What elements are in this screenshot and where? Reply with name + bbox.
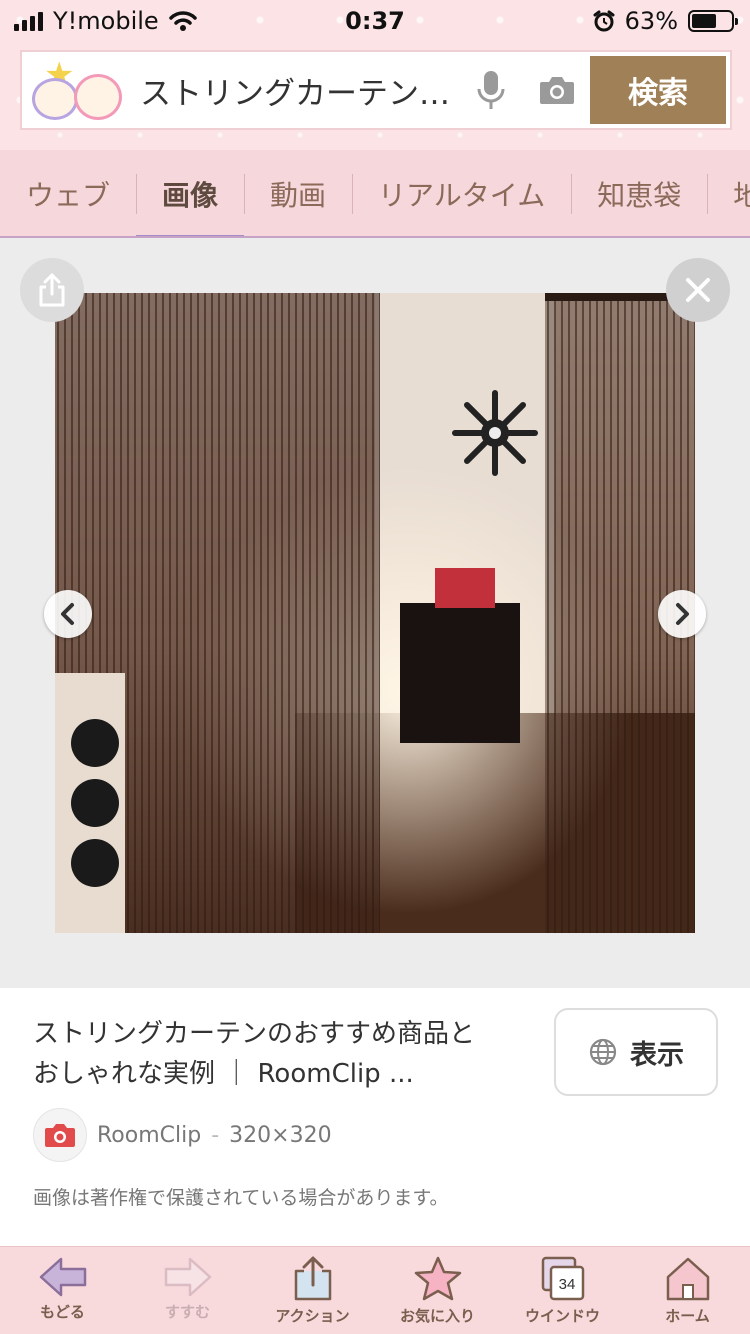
- globe-icon: [589, 1038, 617, 1066]
- home-icon: [666, 1257, 709, 1301]
- battery-level: [692, 14, 716, 28]
- source-info: RoomClip - 320×320: [33, 1108, 332, 1162]
- share-action-icon: [294, 1256, 331, 1301]
- chevron-right-icon: [676, 603, 689, 625]
- chevron-left-icon: [61, 603, 74, 625]
- source-separator: -: [211, 1122, 220, 1148]
- favorites-label: お気に入り: [399, 1307, 475, 1325]
- battery-percent: 63%: [624, 7, 678, 35]
- search-tabs: ウェブ 画像 動画 リアルタイム 知恵袋 地図: [0, 150, 750, 238]
- forward-label: すすむ: [164, 1303, 210, 1321]
- alarm-icon: [593, 10, 615, 32]
- window-count: 34: [558, 1276, 575, 1293]
- forward-button[interactable]: すすむ: [125, 1247, 250, 1334]
- bottom-toolbar: もどる すすむ アクション お気に入り 34 ウインドウ ホーム: [0, 1246, 750, 1334]
- roomclip-icon: [33, 1108, 87, 1162]
- tab-video[interactable]: 動画: [244, 150, 352, 236]
- search-input[interactable]: ストリングカーテン…: [130, 68, 458, 113]
- result-info: ストリングカーテンのおすすめ商品と おしゃれな実例 ｜ RoomClip ...…: [0, 988, 750, 1246]
- next-image-button[interactable]: [658, 590, 706, 638]
- back-button[interactable]: もどる: [0, 1247, 125, 1334]
- tab-web[interactable]: ウェブ: [0, 150, 136, 236]
- status-right: 63%: [593, 7, 738, 35]
- battery-icon: [688, 10, 738, 32]
- action-label: アクション: [275, 1307, 350, 1325]
- result-title[interactable]: ストリングカーテンのおすすめ商品と おしゃれな実例 ｜ RoomClip ...: [33, 1014, 523, 1094]
- tab-map[interactable]: 地図: [707, 150, 750, 236]
- show-page-button[interactable]: 表示: [554, 1008, 718, 1096]
- previous-image-button[interactable]: [44, 590, 92, 638]
- tab-chiebukuro[interactable]: 知恵袋: [571, 150, 707, 236]
- result-image[interactable]: [55, 293, 695, 933]
- windows-button[interactable]: 34 ウインドウ: [500, 1247, 625, 1334]
- share-button[interactable]: [20, 258, 84, 322]
- close-icon: [686, 278, 710, 302]
- tab-images[interactable]: 画像: [136, 150, 245, 236]
- result-title-line-1: ストリングカーテンのおすすめ商品と: [33, 1019, 476, 1049]
- search-bar: ★ ストリングカーテン… 検索: [20, 50, 732, 130]
- windows-icon: 34: [541, 1256, 584, 1301]
- camera-icon[interactable]: [524, 52, 590, 128]
- show-page-label: 表示: [630, 1039, 684, 1071]
- source-name: RoomClip: [97, 1122, 202, 1148]
- back-arrow-icon: [39, 1257, 86, 1297]
- home-label: ホーム: [665, 1307, 710, 1325]
- action-button[interactable]: アクション: [250, 1247, 375, 1334]
- windows-label: ウインドウ: [524, 1307, 600, 1325]
- favorites-button[interactable]: お気に入り: [375, 1247, 500, 1334]
- copyright-notice: 画像は著作権で保護されている場合があります。: [33, 1187, 449, 1209]
- back-label: もどる: [40, 1303, 85, 1321]
- star-icon: [414, 1256, 461, 1301]
- image-dimensions: 320×320: [229, 1122, 332, 1148]
- home-button[interactable]: ホーム: [625, 1247, 750, 1334]
- header: Y!mobile 0:37 63% ★ ストリングカーテン… 検索: [0, 0, 750, 150]
- search-button[interactable]: 検索: [590, 56, 726, 124]
- close-button[interactable]: [666, 258, 730, 322]
- little-twin-stars-logo[interactable]: ★: [22, 52, 130, 128]
- forward-arrow-icon: [164, 1257, 211, 1297]
- image-viewer: [0, 238, 750, 988]
- share-icon: [39, 273, 65, 307]
- microphone-icon[interactable]: [458, 52, 524, 128]
- tab-realtime[interactable]: リアルタイム: [352, 150, 571, 236]
- status-bar: Y!mobile 0:37 63%: [0, 0, 750, 42]
- result-title-line-2: おしゃれな実例 ｜ RoomClip ...: [33, 1059, 414, 1089]
